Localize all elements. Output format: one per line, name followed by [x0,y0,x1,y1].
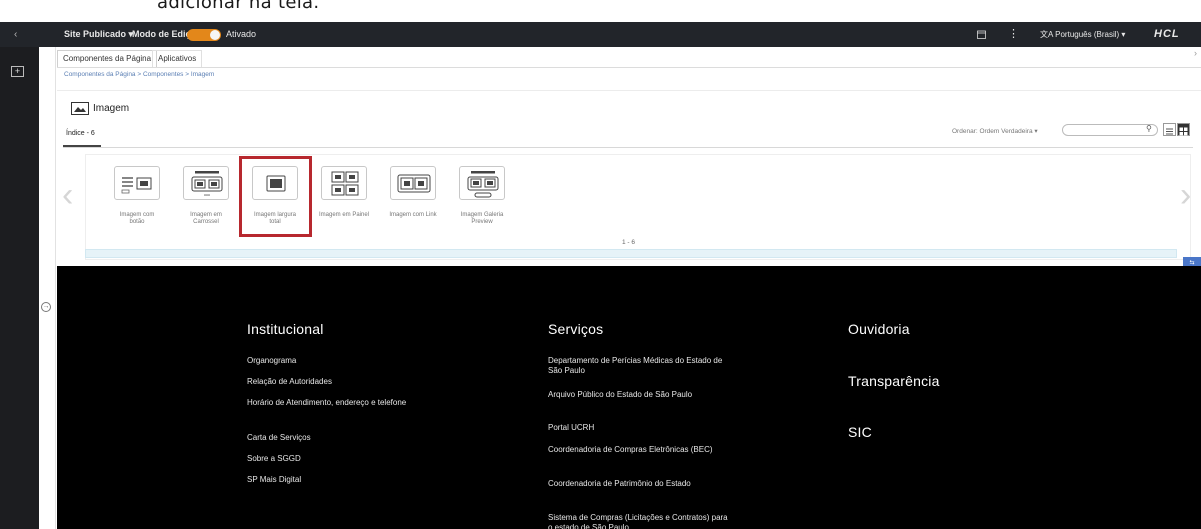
footer-heading-institucional: Institucional [247,321,324,337]
document-caption-strip: adicionar na tela. [0,0,1201,22]
chevron-right-icon[interactable]: › [1194,48,1197,58]
order-dropdown[interactable]: Ordenar: Ordem Verdadeira ▾ [952,127,1038,135]
footer-link[interactable]: Horário de Atendimento, endereço e telef… [247,398,427,408]
more-vertical-icon[interactable]: ⋮ [1008,22,1019,47]
index-tab[interactable]: Índice - 6 [66,130,95,137]
language-label: Português (Brasil) [1055,30,1120,39]
card-label: Imagem em Painel [318,212,370,218]
footer-heading-transparencia[interactable]: Transparência [848,373,940,389]
pagination-label: 1 - 6 [622,239,636,246]
section-header: Imagem [71,100,129,116]
card-image-link[interactable] [390,166,436,200]
card-image-panel[interactable] [321,166,367,200]
add-panel-icon[interactable]: + [11,66,24,77]
card-image-with-button[interactable] [114,166,160,200]
footer-link[interactable]: Departamento de Perícias Médicas do Esta… [548,356,733,376]
edit-mode-state: Ativado [226,29,257,39]
tab-divider [57,67,1201,68]
footer-link[interactable]: Carta de Serviços [247,433,447,443]
index-divider [63,147,1193,148]
order-label: Ordenar: Ordem Verdadeira [952,128,1033,135]
panel-side-strip [39,47,56,529]
card-image-gallery[interactable] [459,166,505,200]
grid-view-icon[interactable] [1177,123,1190,136]
top-toolbar: ‹ Site Publicado ▾ Modo de Edição: Ativa… [0,22,1201,47]
calendar-icon[interactable] [977,22,986,47]
footer-link[interactable]: Portal UCRH [548,423,733,433]
breadcrumb[interactable]: Componentes da Página > Componentes > Im… [64,71,214,78]
footer-link[interactable]: Coordenadoria de Compras Eletrônicas (BE… [548,445,733,455]
image-gallery-icon [467,171,499,198]
card-label: Imagem com botão [119,212,155,225]
chevron-down-icon: ▾ [1034,128,1038,135]
gallery-prev-icon[interactable]: ‹ [62,178,73,212]
image-with-button-icon [121,177,152,194]
card-label: Imagem com Link [389,212,437,218]
chevron-down-icon: ▾ [1121,30,1126,39]
card-label: Imagem Galeria Preview [460,212,504,225]
footer-heading-sic[interactable]: SIC [848,424,872,440]
footer-link[interactable]: Coordenadoria de Patrimônio do Estado [548,479,718,489]
translate-icon: 文A [1040,30,1053,39]
footer-link[interactable]: SP Mais Digital [247,475,447,485]
footer-link[interactable]: Arquivo Público do Estado de São Paulo [548,390,713,400]
collapse-chevron-icon[interactable]: ‹ [14,22,17,47]
footer-link[interactable]: Sistema de Compras (Licitações e Contrat… [548,513,733,529]
image-icon [71,101,89,115]
toggle-knob [210,30,220,40]
gallery-scrollbar[interactable] [85,249,1177,258]
document-caption: adicionar na tela. [157,0,320,13]
site-selector-label: Site Publicado [64,29,127,39]
footer-heading-servicos: Serviços [548,321,604,337]
footer-link[interactable]: Relação de Autoridades [247,377,447,387]
card-image-carousel[interactable] [183,166,229,200]
site-selector[interactable]: Site Publicado ▾ [64,22,133,47]
gallery-next-icon[interactable]: › [1180,178,1191,212]
card-label: Imagem em Carrossel [190,212,222,225]
screen: adicionar na tela. ‹ Site Publicado ▾ Mo… [0,0,1201,529]
hcl-logo: HCL [1154,28,1180,40]
image-panel-icon [331,171,359,196]
breadcrumb-divider [57,90,1201,91]
footer-heading-ouvidoria[interactable]: Ouvidoria [848,321,910,337]
footer-link[interactable]: Organograma [247,356,447,366]
search-input[interactable] [1062,124,1158,136]
left-rail: + [0,47,39,529]
edit-mode-toggle[interactable] [187,29,221,41]
search-icon[interactable]: ⚲ [1146,124,1152,133]
selection-highlight [239,156,312,237]
footer-link[interactable]: Sobre a SGGD [247,454,447,464]
tab-page-components[interactable]: Componentes da Página [57,50,158,67]
image-carousel-icon [191,171,223,196]
site-footer: Institucional Organograma Relação de Aut… [57,266,1201,529]
image-link-icon [397,174,431,193]
tab-applications[interactable]: Aplicativos [152,50,203,67]
arrow-circle-icon[interactable]: → [41,302,51,312]
list-view-icon[interactable] [1163,123,1176,136]
language-selector[interactable]: 文A Português (Brasil) ▾ [1040,22,1125,47]
section-title: Imagem [93,102,130,114]
